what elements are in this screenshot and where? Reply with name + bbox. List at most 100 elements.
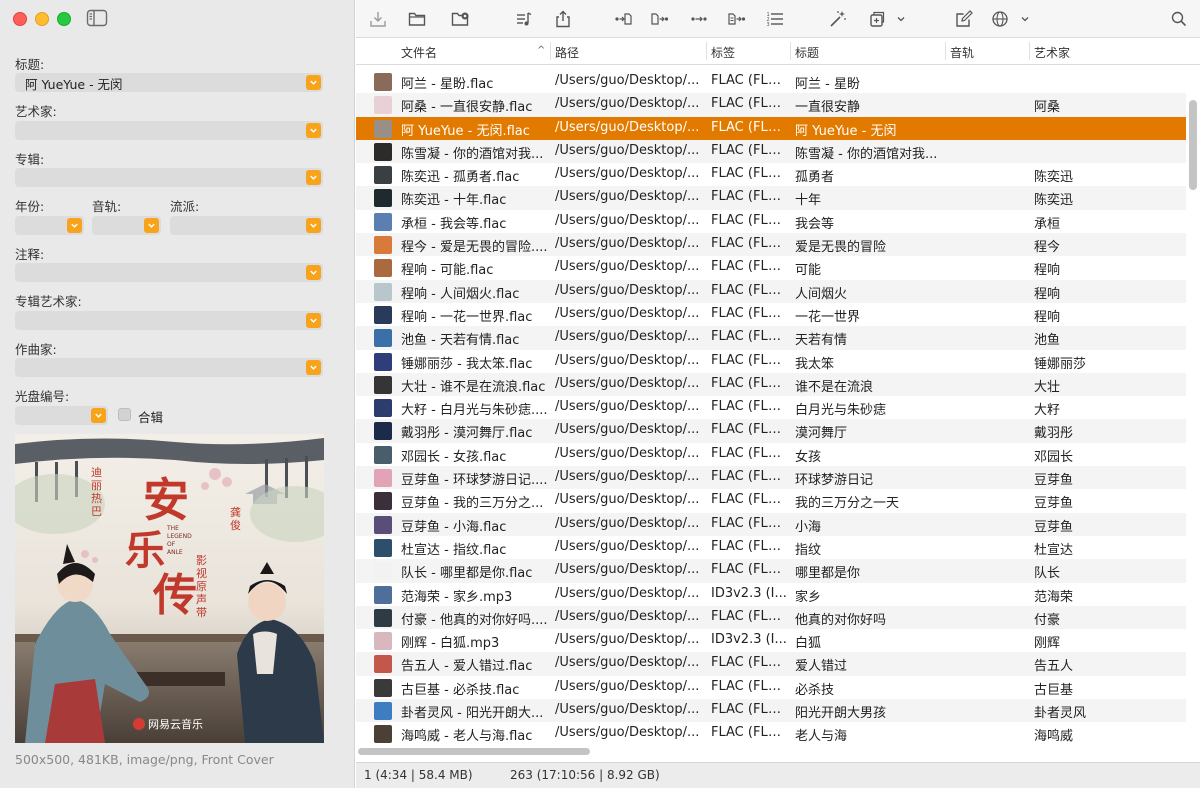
table-row[interactable]: 大籽 - 白月光与朱砂痣.... /Users/guo/Desktop/... FL… bbox=[356, 396, 1186, 419]
chevron-down-icon[interactable] bbox=[894, 8, 908, 30]
artist-cell: 程响 bbox=[1034, 309, 1061, 325]
chevron-down-icon[interactable] bbox=[306, 170, 321, 185]
column-divider[interactable] bbox=[706, 42, 707, 60]
compilation-checkbox[interactable] bbox=[118, 408, 131, 421]
column-header-title[interactable]: 标题 bbox=[795, 44, 819, 61]
column-header-artist[interactable]: 艺术家 bbox=[1034, 44, 1070, 61]
column-header-tag[interactable]: 标签 bbox=[711, 44, 735, 61]
table-row[interactable]: 程响 - 人间烟火.flac/Users/guo/Desktop/... FLAC… bbox=[356, 279, 1186, 303]
table-row[interactable]: 邓园长 - 女孩.flac/Users/guo/Desktop/... FLAC … bbox=[356, 443, 1186, 466]
comment-field[interactable] bbox=[15, 263, 323, 282]
table-row[interactable]: 范海荣 - 家乡.mp3/Users/guo/Desktop/... ID3v2.… bbox=[356, 583, 1186, 606]
table-row[interactable]: 杜宣达 - 指纹.flac/Users/guo/Desktop/... FLAC … bbox=[356, 536, 1186, 559]
chevron-down-icon[interactable] bbox=[91, 408, 106, 423]
table-row[interactable]: 陈雪凝 - 你的酒馆对我... /Users/guo/Desktop/... FLA… bbox=[356, 139, 1186, 164]
album-art-thumbnail bbox=[374, 282, 392, 301]
numbered-list-icon[interactable]: 123 bbox=[764, 8, 786, 30]
chevron-down-icon[interactable] bbox=[306, 218, 321, 233]
horizontal-scrollbar[interactable] bbox=[358, 748, 590, 755]
table-row[interactable]: 阿 YueYue - 无闵.flac/Users/guo/Desktop/...… bbox=[356, 116, 1186, 140]
path-cell: /Users/guo/Desktop/... bbox=[555, 515, 700, 531]
chevron-down-icon[interactable] bbox=[1018, 8, 1032, 30]
file-to-tag-icon[interactable] bbox=[649, 8, 671, 30]
table-row[interactable]: 戴羽彤 - 漠河舞厅.flac/Users/guo/Desktop/... FLA… bbox=[356, 419, 1186, 443]
edit-icon[interactable] bbox=[953, 8, 975, 30]
year-field[interactable] bbox=[15, 216, 84, 235]
folder-icon[interactable] bbox=[406, 8, 428, 30]
column-header-track[interactable]: 音轨 bbox=[950, 44, 974, 61]
globe-icon[interactable] bbox=[989, 8, 1011, 30]
chevron-down-icon[interactable] bbox=[67, 218, 82, 233]
table-row[interactable]: 豆芽鱼 - 环球梦游日记.... /Users/guo/Desktop/... FL… bbox=[356, 466, 1186, 490]
album-art-thumbnail bbox=[374, 119, 392, 138]
table-row[interactable]: 程响 - 可能.flac/Users/guo/Desktop/... FLAC (… bbox=[356, 256, 1186, 279]
table-row[interactable]: 豆芽鱼 - 小海.flac/Users/guo/Desktop/... FLAC … bbox=[356, 512, 1186, 536]
chevron-down-icon[interactable] bbox=[306, 75, 321, 90]
vertical-scrollbar[interactable] bbox=[1189, 100, 1197, 190]
album-artist-field[interactable] bbox=[15, 311, 323, 330]
table-row[interactable]: 豆芽鱼 - 我的三万分之... /Users/guo/Desktop/... FLA… bbox=[356, 489, 1186, 512]
title-cell: 天若有情 bbox=[795, 333, 848, 349]
table-row[interactable]: 锤娜丽莎 - 我太笨.flac/Users/guo/Desktop/... FLA… bbox=[356, 350, 1186, 373]
tag-to-tag-icon[interactable] bbox=[688, 8, 710, 30]
table-row[interactable]: 海鸣威 - 老人与海.flac/Users/guo/Desktop/... FLA… bbox=[356, 722, 1186, 745]
column-divider[interactable] bbox=[945, 42, 946, 60]
genre-field[interactable] bbox=[170, 216, 323, 235]
sidebar-toggle-icon[interactable] bbox=[86, 9, 108, 27]
column-header-filename[interactable]: 文件名 bbox=[401, 44, 437, 61]
magic-wand-icon[interactable] bbox=[827, 8, 849, 30]
tag-to-file-icon[interactable] bbox=[612, 8, 634, 30]
table-row[interactable]: 陈奕迅 - 孤勇者.flac/Users/guo/Desktop/... FLAC… bbox=[356, 163, 1186, 186]
table-row[interactable]: 陈奕迅 - 十年.flac/Users/guo/Desktop/... FLAC … bbox=[356, 186, 1186, 210]
title-field[interactable]: 阿 YueYue - 无闵 bbox=[15, 73, 323, 92]
artist-field[interactable] bbox=[15, 121, 323, 140]
chevron-down-icon[interactable] bbox=[306, 265, 321, 280]
table-row[interactable]: 池鱼 - 天若有情.flac/Users/guo/Desktop/... FLAC… bbox=[356, 326, 1186, 350]
search-icon[interactable] bbox=[1168, 8, 1190, 30]
filename-cell: 豆芽鱼 - 我的三万分之... bbox=[401, 496, 544, 512]
title-cell: 必杀技 bbox=[795, 682, 835, 698]
column-divider[interactable] bbox=[1029, 42, 1030, 60]
track-field[interactable] bbox=[92, 216, 161, 235]
close-window-button[interactable] bbox=[13, 12, 27, 26]
table-row[interactable]: 付豪 - 他真的对你好吗.... /Users/guo/Desktop/... FL… bbox=[356, 605, 1186, 630]
column-header-path[interactable]: 路径 bbox=[555, 44, 579, 61]
music-list-icon[interactable] bbox=[513, 8, 535, 30]
table-row[interactable]: 大壮 - 谁不是在流浪.flac/Users/guo/Desktop/... FL… bbox=[356, 372, 1186, 397]
chevron-down-icon[interactable] bbox=[306, 313, 321, 328]
composer-field[interactable] bbox=[15, 358, 323, 377]
zoom-window-button[interactable] bbox=[57, 12, 71, 26]
table-row[interactable]: 承桓 - 我会等.flac/Users/guo/Desktop/... FLAC … bbox=[356, 210, 1186, 233]
table-row[interactable]: 阿桑 - 一直很安静.flac/Users/guo/Desktop/... FLA… bbox=[356, 93, 1186, 117]
share-icon[interactable] bbox=[552, 8, 574, 30]
path-cell: /Users/guo/Desktop/... bbox=[555, 166, 700, 182]
chevron-down-icon[interactable] bbox=[144, 218, 159, 233]
table-row[interactable]: 卦者灵风 - 阳光开朗大... /Users/guo/Desktop/... FLA… bbox=[356, 699, 1186, 723]
table-row[interactable]: 阿兰 - 星盼.flac/Users/guo/Desktop/... FLAC (… bbox=[356, 70, 1186, 93]
album-field[interactable] bbox=[15, 168, 323, 187]
tray-download-icon[interactable] bbox=[367, 8, 389, 30]
table-row[interactable]: 程今 - 爱是无畏的冒险.... /Users/guo/Desktop/... FL… bbox=[356, 233, 1186, 257]
table-row[interactable]: 告五人 - 爱人错过.flac/Users/guo/Desktop/... FLA… bbox=[356, 652, 1186, 676]
table-row[interactable]: 队长 - 哪里都是你.flac/Users/guo/Desktop/... FLA… bbox=[356, 559, 1186, 583]
folder-gear-icon[interactable] bbox=[449, 8, 471, 30]
disc-number-field[interactable] bbox=[15, 406, 108, 425]
album-art-thumbnail bbox=[374, 329, 392, 348]
table-row[interactable]: 古巨基 - 必杀技.flac/Users/guo/Desktop/... FLAC… bbox=[356, 676, 1186, 699]
chevron-down-icon[interactable] bbox=[306, 360, 321, 375]
copy-icon[interactable] bbox=[866, 8, 888, 30]
minimize-window-button[interactable] bbox=[35, 12, 49, 26]
column-divider[interactable] bbox=[550, 42, 551, 60]
chevron-down-icon[interactable] bbox=[306, 123, 321, 138]
album-art-thumbnail bbox=[374, 492, 392, 511]
text-file-to-tag-icon[interactable] bbox=[726, 8, 748, 30]
table-row[interactable]: 刚辉 - 白狐.mp3/Users/guo/Desktop/... ID3v2.3… bbox=[356, 629, 1186, 652]
artist-cell: 豆芽鱼 bbox=[1034, 473, 1074, 489]
filename-cell: 承桓 - 我会等.flac bbox=[401, 216, 507, 232]
tag-editor-sidebar: 标题: 阿 YueYue - 无闵 艺术家: 专辑: 年份: 音轨: 流派: 注… bbox=[0, 0, 355, 788]
table-row[interactable]: 程响 - 一花一世界.flac/Users/guo/Desktop/... FLA… bbox=[356, 303, 1186, 326]
album-cover-artwork[interactable]: 安 乐 传 THE LEGEND OF ANLE 迪丽热巴 龚俊 影视原声带 网… bbox=[15, 434, 324, 743]
file-table: 文件名 ^ 路径 标签 标题 音轨 艺术家 阿兰 - 星盼.flac/Users… bbox=[356, 38, 1200, 762]
filename-cell: 大籽 - 白月光与朱砂痣.... bbox=[401, 403, 548, 419]
column-divider[interactable] bbox=[790, 42, 791, 60]
